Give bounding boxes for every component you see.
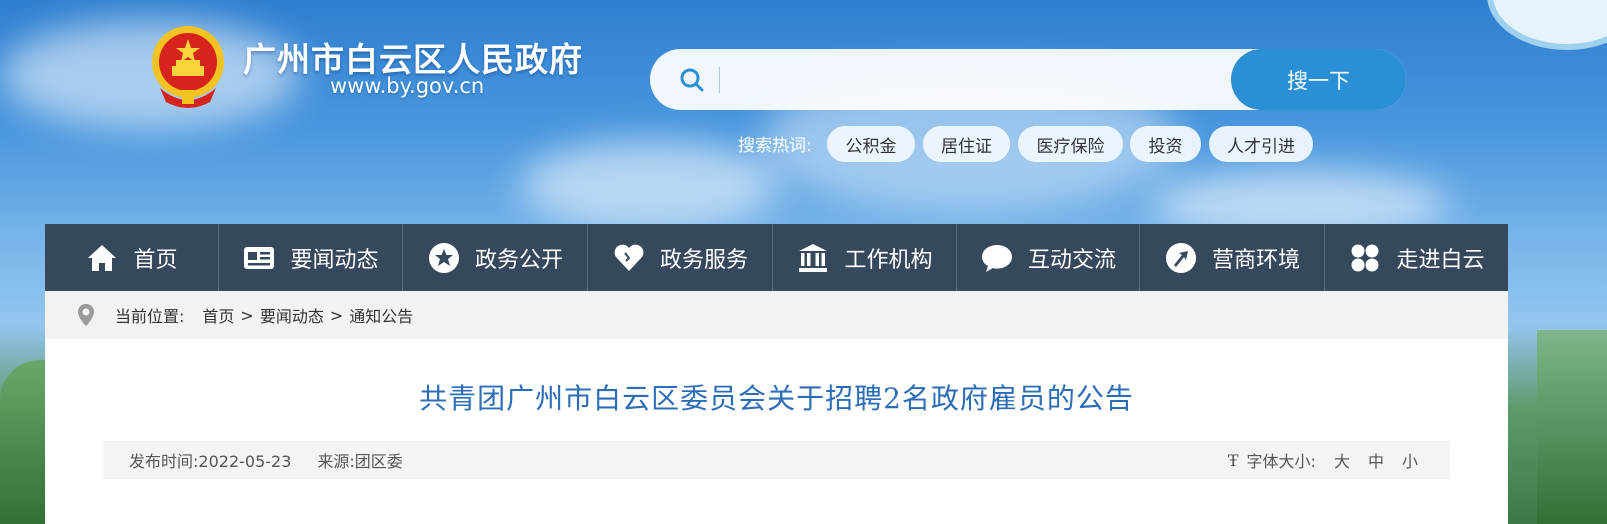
search-box: 搜一下 — [650, 49, 1406, 110]
grid-clover-icon — [1351, 244, 1379, 271]
font-size-icon: Ŧ — [1227, 450, 1239, 470]
nav-item-about-baiyun[interactable]: 走进白云 — [1325, 224, 1508, 291]
nav-item-interaction[interactable]: 互动交流 — [957, 224, 1140, 291]
source-value: 团区委 — [354, 452, 403, 471]
article-meta-left: 发布时间:2022-05-23 来源:团区委 — [129, 448, 403, 472]
heart-icon — [614, 244, 644, 271]
home-icon — [88, 244, 117, 271]
nav-item-home[interactable]: 首页 — [45, 224, 219, 291]
breadcrumb-separator: > — [329, 305, 344, 325]
nav-item-label: 走进白云 — [1396, 247, 1485, 273]
nav-item-label: 要闻动态 — [290, 247, 379, 273]
site-domain: www.by.gov.cn — [330, 74, 485, 98]
breadcrumb-link-home[interactable]: 首页 — [202, 303, 234, 327]
nav-item-label: 营商环境 — [1211, 247, 1300, 273]
publish-info: 发布时间:2022-05-23 — [129, 448, 291, 472]
nav-item-label: 互动交流 — [1027, 247, 1116, 273]
search-divider — [719, 67, 720, 93]
publish-date: 2022-05-23 — [198, 452, 292, 471]
search-input[interactable] — [730, 59, 1210, 99]
breadcrumb-separator: > — [240, 305, 254, 325]
breadcrumb-label: 当前位置: — [115, 307, 185, 326]
arrow-circle-icon — [1165, 242, 1196, 273]
source-info: 来源:团区委 — [317, 448, 402, 472]
publish-label: 发布时间: — [129, 452, 199, 471]
hot-word-tag[interactable]: 公积金 — [827, 126, 915, 162]
article-title: 共青团广州市白云区委员会关于招聘2名政府雇员的公告 — [419, 382, 1134, 415]
font-size-medium-button[interactable]: 中 — [1368, 448, 1384, 472]
corner-badge-icon[interactable] — [1487, 0, 1607, 50]
search-button[interactable]: 搜一下 — [1231, 49, 1406, 110]
hot-word-tag[interactable]: 人才引进 — [1209, 126, 1313, 162]
search-icon — [680, 68, 704, 92]
breadcrumb-link-notices[interactable]: 通知公告 — [349, 303, 413, 327]
nav-item-news[interactable]: 要闻动态 — [219, 224, 403, 291]
nav-item-label: 首页 — [133, 247, 178, 273]
breadcrumb: 当前位置: 首页 > 要闻动态 > 通知公告 — [45, 291, 1508, 339]
nav-item-label: 政务公开 — [474, 247, 563, 273]
hot-word-tag[interactable]: 医疗保险 — [1018, 126, 1123, 162]
nav-item-business-environment[interactable]: 营商环境 — [1140, 224, 1325, 291]
hills-decoration — [1537, 330, 1607, 524]
nav-item-gov-affairs[interactable]: 政务公开 — [403, 224, 588, 291]
font-size-label: 字体大小: — [1246, 452, 1316, 471]
font-size-control: Ŧ 字体大小: 大 中 小 — [1228, 448, 1418, 472]
breadcrumb-link-news[interactable]: 要闻动态 — [260, 303, 324, 327]
national-emblem-icon — [152, 26, 224, 108]
article-meta-bar: 发布时间:2022-05-23 来源:团区委 Ŧ 字体大小: 大 中 小 — [103, 441, 1450, 479]
font-size-small-button[interactable]: 小 — [1402, 448, 1418, 472]
hot-word-tag[interactable]: 居住证 — [923, 126, 1010, 162]
nav-item-label: 政务服务 — [659, 247, 748, 273]
chat-bubble-icon — [981, 244, 1012, 272]
nav-item-services[interactable]: 政务服务 — [588, 224, 773, 291]
star-badge-icon — [428, 242, 459, 273]
nav-item-label: 工作机构 — [844, 247, 933, 273]
location-pin-icon — [78, 304, 94, 326]
nav-item-agencies[interactable]: 工作机构 — [773, 224, 957, 291]
building-icon — [799, 243, 828, 272]
source-label: 来源: — [317, 452, 355, 471]
article-content: 共青团广州市白云区委员会关于招聘2名政府雇员的公告 发布时间:2022-05-2… — [45, 339, 1508, 524]
font-size-large-button[interactable]: 大 — [1334, 448, 1350, 472]
hot-words-label: 搜索热词: — [738, 136, 812, 156]
hot-word-tag[interactable]: 投资 — [1130, 126, 1201, 162]
news-card-icon — [244, 246, 275, 269]
main-nav: 首页 要闻动态 政务公开 政务服务 工作机构 互动交流 营商环境 走进白云 — [45, 224, 1508, 291]
